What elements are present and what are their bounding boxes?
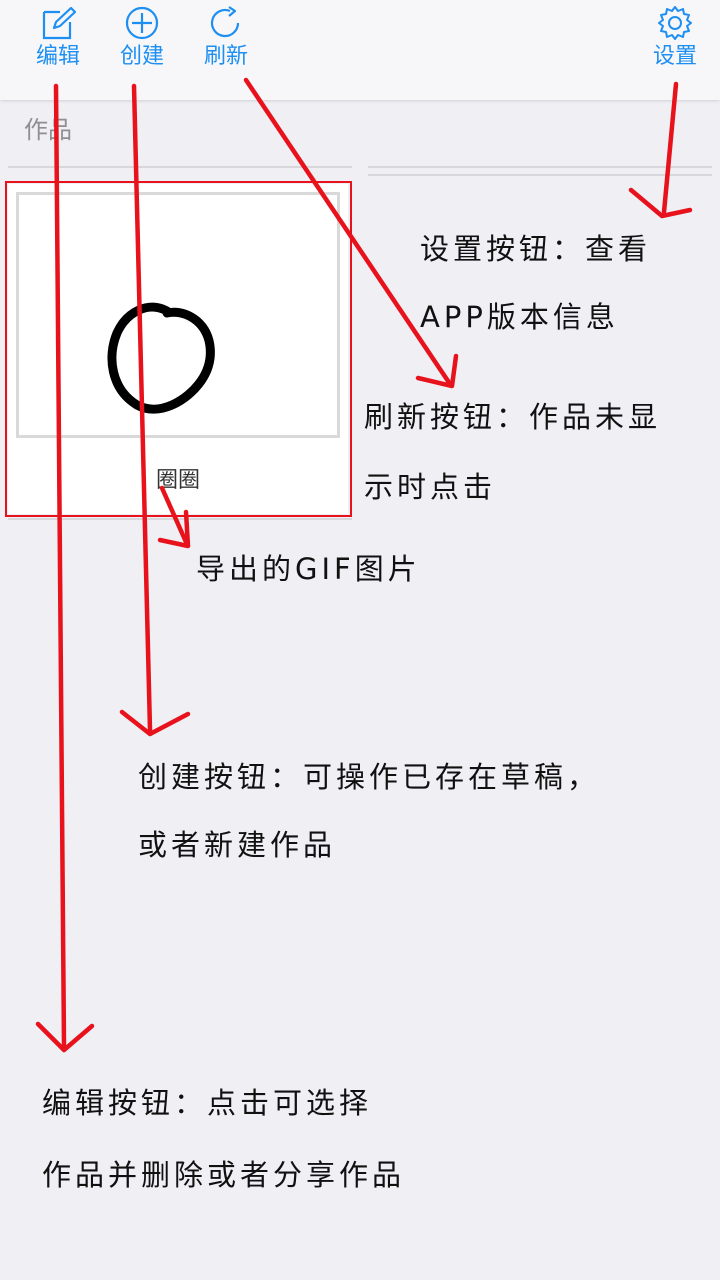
edit-button-label: 编辑 <box>36 44 81 69</box>
plus-circle-icon <box>120 6 164 46</box>
create-button-label: 创建 <box>120 44 165 69</box>
section-title: 作品 <box>24 116 72 144</box>
refresh-button[interactable]: 刷新 <box>204 6 248 68</box>
edit-annotation-line1: 编辑按钮：点击可选择 <box>42 1086 373 1120</box>
refresh-button-label: 刷新 <box>204 44 249 69</box>
settings-button-label: 设置 <box>652 44 697 69</box>
create-button[interactable]: 创建 <box>120 6 164 68</box>
refresh-annotation-line1: 刷新按钮：作品未显 <box>364 400 662 434</box>
work-thumbnail[interactable] <box>16 192 340 438</box>
divider-right-bottom <box>368 174 712 176</box>
refresh-icon <box>204 6 248 46</box>
settings-annotation-line1: 设置按钮：查看 <box>420 232 652 266</box>
edit-button[interactable]: 编辑 <box>36 6 80 68</box>
settings-annotation-line2: APP版本信息 <box>420 300 619 334</box>
refresh-annotation-line2: 示时点击 <box>364 470 497 504</box>
edit-annotation-line2: 作品并删除或者分享作品 <box>42 1158 406 1192</box>
gif-annotation: 导出的GIF图片 <box>196 552 421 586</box>
work-card[interactable]: 圈圈 <box>8 184 348 514</box>
divider-right-top <box>368 166 712 168</box>
hand-drawn-circle <box>107 302 215 414</box>
gear-icon <box>652 6 698 46</box>
create-annotation-line1: 创建按钮：可操作已存在草稿， <box>138 760 601 794</box>
pencil-square-icon <box>38 6 78 46</box>
divider-left <box>8 166 352 168</box>
create-annotation-line2: 或者新建作品 <box>138 828 337 862</box>
top-toolbar: 编辑 创建 刷新 设置 <box>0 0 720 100</box>
settings-button[interactable]: 设置 <box>652 6 698 68</box>
divider-card-bottom <box>8 518 352 520</box>
work-name: 圈圈 <box>155 468 200 493</box>
